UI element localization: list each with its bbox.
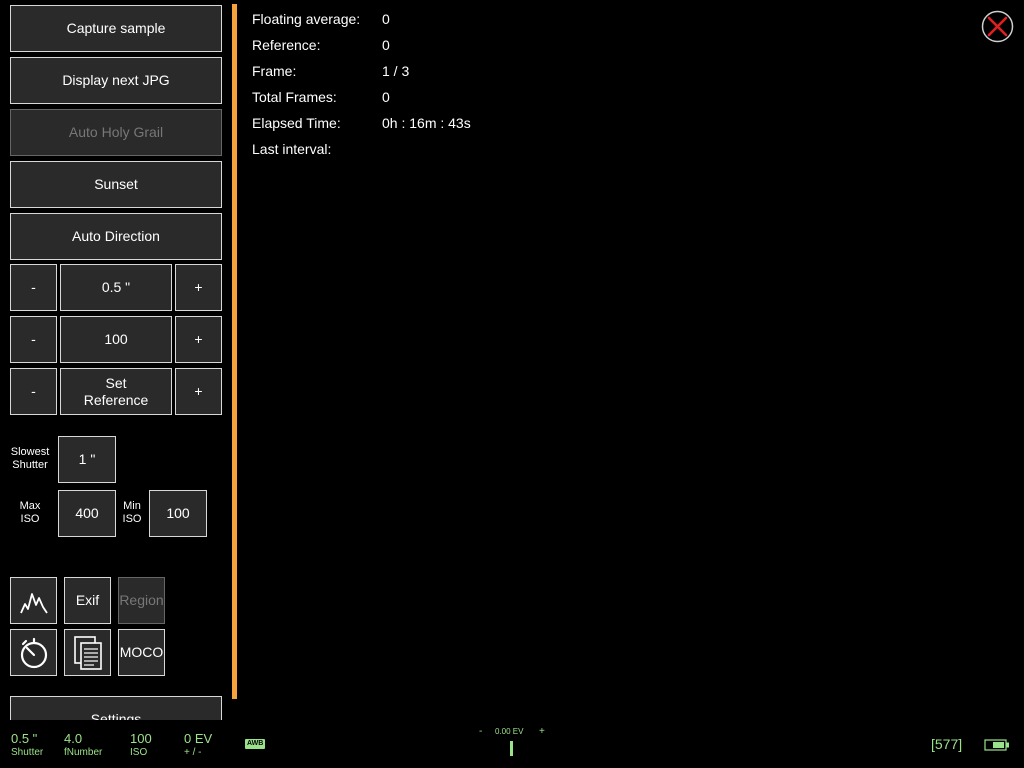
reference-value: 0 xyxy=(382,37,390,53)
copy-document-icon xyxy=(73,635,102,670)
slowest-shutter-label: Slowest Shutter xyxy=(10,446,50,471)
set-reference-button[interactable]: Set Reference xyxy=(60,368,172,415)
status-shutter-label: Shutter xyxy=(11,747,44,758)
elapsed-time-value: 0h : 16m : 43s xyxy=(382,115,471,131)
status-shutter-value: 0.5 " xyxy=(11,731,38,746)
display-next-jpg-button[interactable]: Display next JPG xyxy=(10,57,222,104)
settings-button[interactable]: Settings xyxy=(10,696,222,720)
auto-direction-button[interactable]: Auto Direction xyxy=(10,213,222,260)
copy-document-button[interactable] xyxy=(64,629,111,676)
max-iso-button[interactable]: 400 xyxy=(58,490,116,537)
total-frames-value: 0 xyxy=(382,89,390,105)
app-window: Capture sample Display next JPG Auto Hol… xyxy=(0,0,1024,768)
last-interval-label: Last interval: xyxy=(252,141,332,157)
close-icon xyxy=(981,10,1014,43)
panel-divider[interactable] xyxy=(232,4,237,699)
shutter-value-button[interactable]: 0.5 " xyxy=(60,264,172,311)
auto-holy-grail-button[interactable]: Auto Holy Grail xyxy=(10,109,222,156)
capture-sample-button[interactable]: Capture sample xyxy=(10,5,222,52)
max-iso-label: Max ISO xyxy=(19,500,41,525)
iso-value-button[interactable]: 100 xyxy=(60,316,172,363)
meter-indicator xyxy=(510,741,513,756)
battery-icon xyxy=(984,739,1009,751)
reference-label: Reference: xyxy=(252,37,321,53)
status-iso-value: 100 xyxy=(130,731,152,746)
status-ev-label: + / - xyxy=(184,747,202,758)
histogram-icon xyxy=(19,592,48,613)
total-frames-label: Total Frames: xyxy=(252,89,337,105)
shots-remaining: [577] xyxy=(931,736,963,752)
floating-average-label: Floating average: xyxy=(252,11,361,27)
settings-clip: Settings xyxy=(10,696,222,720)
min-iso-label: Min ISO xyxy=(122,500,142,525)
frame-label: Frame: xyxy=(252,63,297,79)
reference-increment-button[interactable]: + xyxy=(175,368,222,415)
awb-badge: AWB xyxy=(245,739,266,749)
meter-plus: + xyxy=(539,726,545,737)
floating-average-value: 0 xyxy=(382,11,390,27)
iso-increment-button[interactable]: + xyxy=(175,316,222,363)
region-button[interactable]: Region xyxy=(118,577,165,624)
iso-decrement-button[interactable]: - xyxy=(10,316,57,363)
meter-minus: - xyxy=(479,726,483,737)
shutter-increment-button[interactable]: + xyxy=(175,264,222,311)
reference-decrement-button[interactable]: - xyxy=(10,368,57,415)
battery-indicator xyxy=(984,738,1010,751)
elapsed-time-label: Elapsed Time: xyxy=(252,115,341,131)
frame-value: 1 / 3 xyxy=(382,63,410,79)
timer-button[interactable] xyxy=(10,629,57,676)
status-fnumber-value: 4.0 xyxy=(64,731,83,746)
status-fnumber-label: fNumber xyxy=(64,747,103,758)
status-iso-label: ISO xyxy=(130,747,148,758)
min-iso-button[interactable]: 100 xyxy=(149,490,207,537)
status-ev-value: 0 EV xyxy=(184,731,213,746)
sunset-button[interactable]: Sunset xyxy=(10,161,222,208)
moco-button[interactable]: MOCO xyxy=(118,629,165,676)
close-button[interactable] xyxy=(981,10,1014,43)
timer-icon xyxy=(20,637,47,668)
meter-value: 0.00 EV xyxy=(495,727,524,736)
histogram-button[interactable] xyxy=(10,577,57,624)
exif-button[interactable]: Exif xyxy=(64,577,111,624)
slowest-shutter-button[interactable]: 1 " xyxy=(58,436,116,483)
shutter-decrement-button[interactable]: - xyxy=(10,264,57,311)
